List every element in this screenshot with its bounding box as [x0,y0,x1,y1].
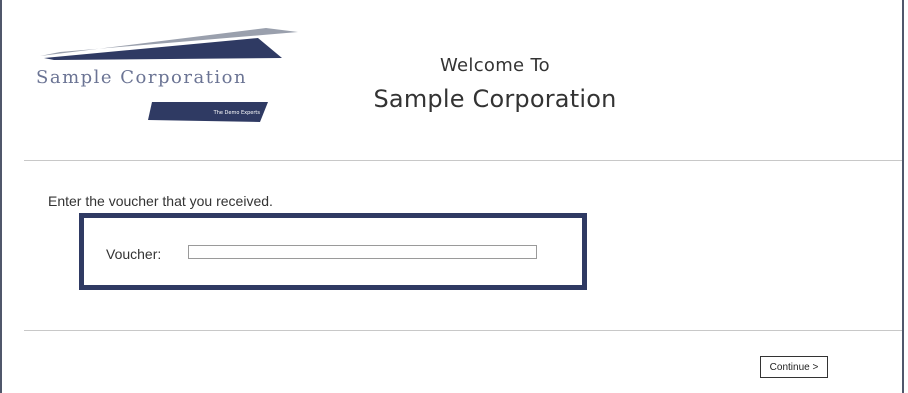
instruction-text: Enter the voucher that you received. [48,193,273,209]
welcome-text: Welcome To [439,55,550,76]
voucher-highlight-box: Voucher: [79,213,587,290]
company-logo: Sample Corporation The Demo Experts [30,28,300,126]
logo-text: Sample Corporation [36,67,247,88]
header-divider [24,160,902,161]
footer-divider [24,330,902,331]
voucher-input[interactable] [188,245,537,259]
continue-button[interactable]: Continue > [760,356,828,378]
page-header: Welcome To Sample Corporation [330,54,660,116]
voucher-label: Voucher: [106,246,162,262]
company-title: Sample Corporation [373,85,617,113]
logo-tagline: The Demo Experts [213,110,261,116]
